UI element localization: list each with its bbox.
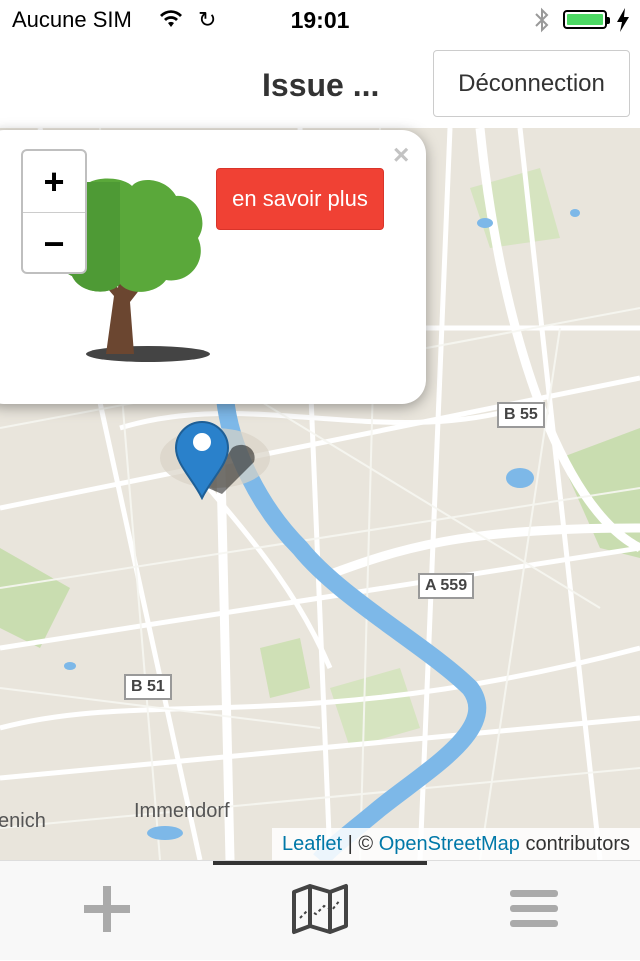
road-shield-b55: B 55	[497, 402, 545, 428]
map-attribution: Leaflet | © OpenStreetMap contributors	[272, 828, 640, 860]
place-label-enich: enich	[0, 810, 46, 832]
tab-menu[interactable]	[427, 861, 640, 961]
zoom-control: + −	[21, 149, 87, 274]
tab-bar	[0, 860, 640, 960]
page-title: Issue ...	[262, 67, 380, 103]
place-label-immendorf: Immendorf	[134, 800, 230, 822]
map-marker-icon[interactable]	[170, 418, 260, 505]
status-bar: Aucune SIM ↻ 19:01	[0, 0, 640, 40]
learn-more-button[interactable]: en savoir plus	[216, 168, 384, 230]
menu-icon	[509, 888, 558, 935]
tab-map[interactable]	[213, 861, 426, 961]
attribution-suffix: contributors	[525, 833, 631, 855]
zoom-in-button[interactable]: +	[23, 151, 85, 213]
popup-close-button[interactable]: ×	[393, 139, 409, 171]
attribution-separator: | ©	[347, 833, 374, 855]
zoom-out-button[interactable]: −	[23, 213, 85, 272]
leaflet-link[interactable]: Leaflet	[282, 833, 342, 855]
bluetooth-icon	[533, 7, 551, 38]
charging-icon	[616, 8, 630, 37]
map-icon	[290, 882, 350, 941]
road-shield-b51: B 51	[124, 674, 172, 700]
osm-link[interactable]: OpenStreetMap	[379, 833, 520, 855]
app-header: Issue ... Déconnection	[0, 40, 640, 128]
tab-add[interactable]	[0, 861, 213, 961]
battery-icon	[563, 10, 610, 29]
road-shield-a559: A 559	[418, 573, 475, 599]
logout-button[interactable]: Déconnection	[433, 50, 630, 117]
plus-icon	[82, 884, 132, 939]
